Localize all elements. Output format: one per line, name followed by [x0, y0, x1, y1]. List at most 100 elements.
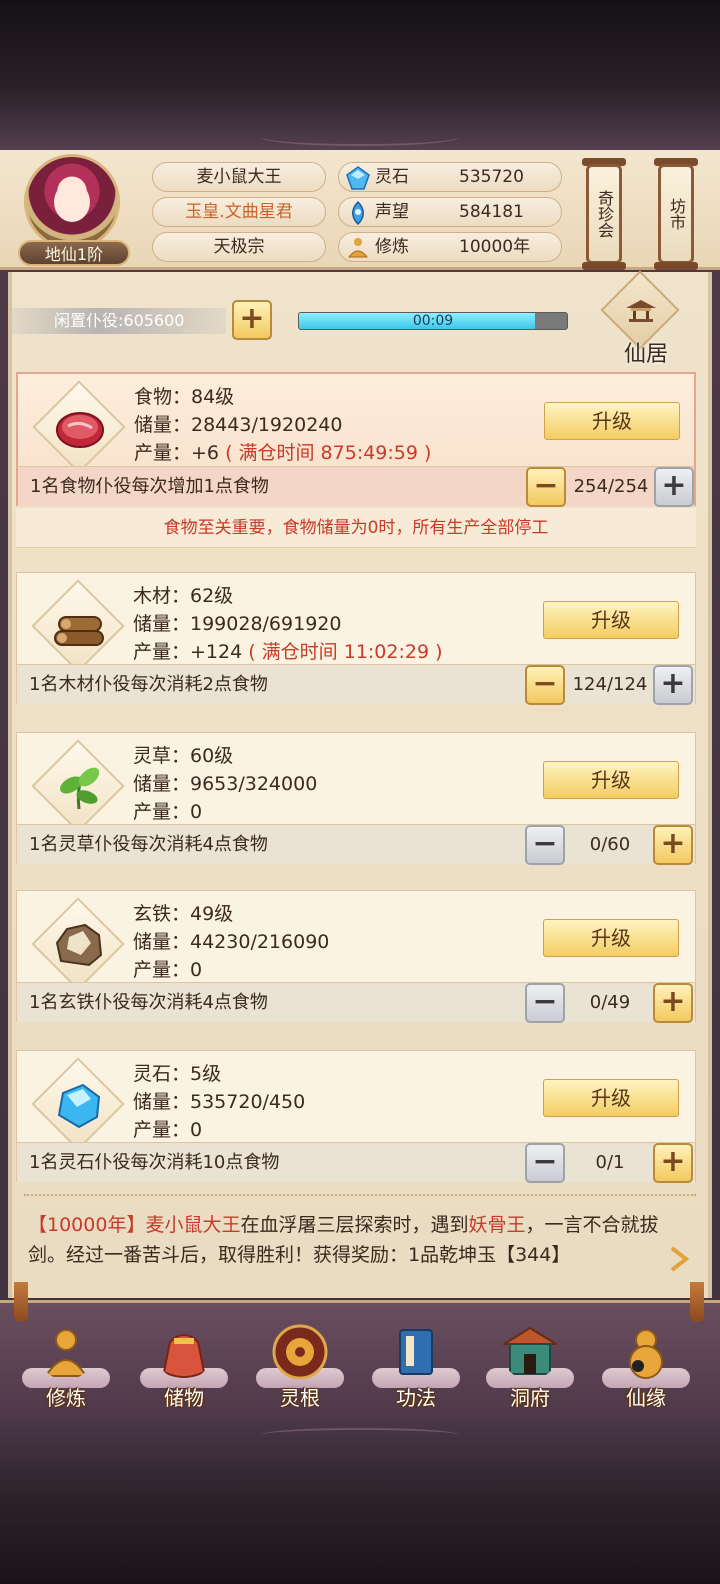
wood-level: 木材：62级 [133, 585, 234, 607]
log-expand-arrow-icon[interactable] [664, 1244, 694, 1274]
herb-worker-decrease-button[interactable]: − [525, 825, 565, 865]
avatar-face [54, 182, 90, 222]
wood-worker-decrease-button[interactable]: − [525, 665, 565, 705]
scroll-cap-bottom [654, 262, 698, 270]
spirit-stone-worker-count: 0/1 [595, 1152, 625, 1173]
herb-icon [31, 739, 125, 833]
progress-timer: 00:09 [412, 313, 454, 329]
cave-icon [502, 1326, 558, 1375]
herb-worker-row: 1名灵草仆役每次消耗4点食物 − 0/60 + [17, 824, 695, 865]
herb-output: 产量：0 [133, 801, 203, 823]
iron-ore-icon [31, 897, 125, 991]
player-sect: 天极宗 [152, 232, 326, 262]
resource-card-iron: 玄铁：49级 储量：44230/216090 产量：0 升级 1名玄铁仆役每次消… [16, 890, 696, 1023]
top-ornament [260, 128, 460, 146]
nav-spirit-root-label: 灵根 [280, 1386, 320, 1410]
nav-skills-label: 功法 [396, 1386, 436, 1410]
iron-upgrade-button[interactable]: 升级 [543, 919, 679, 957]
nav-fate-label: 仙缘 [626, 1386, 666, 1410]
rank-badge: 地仙1阶 [18, 240, 130, 266]
avatar-frame[interactable]: 地仙1阶 [16, 154, 132, 266]
food-worker-count: 254/254 [573, 476, 649, 497]
spirit-stone-level: 灵石：5级 [133, 1063, 222, 1085]
nav-cave-label: 洞府 [510, 1386, 550, 1410]
reputation-value: 584181 [459, 202, 524, 222]
cultivation-label: 修炼 [375, 237, 409, 257]
player-name: 麦小鼠大王 [152, 162, 326, 192]
spirit-root-icon [272, 1324, 328, 1380]
log-player-name: 麦小鼠大王 [145, 1214, 241, 1236]
wood-worker-desc: 1名木材仆役每次消耗2点食物 [29, 674, 268, 695]
residence-label: 仙居 [623, 342, 668, 367]
reputation-icon [352, 200, 364, 226]
reputation-stat: 声望 584181 [338, 197, 562, 227]
spirit-stone-worker-decrease-button[interactable]: − [525, 1143, 565, 1183]
spirit-stone-worker-increase-button[interactable]: + [653, 1143, 693, 1183]
food-full-time: ( 满仓时间 875:49:59 ) [225, 442, 432, 464]
resource-card-herb: 灵草：60级 储量：9653/324000 产量：0 升级 1名灵草仆役每次消耗… [16, 732, 696, 865]
food-warning: 食物至关重要，食物储量为0时，所有生产全部停工 [16, 508, 696, 548]
wood-worker-increase-button[interactable]: + [653, 665, 693, 705]
nav-spirit-root[interactable]: 灵根 [250, 1320, 350, 1418]
player-header: 地仙1阶 麦小鼠大王 玉皇.文曲星君 天极宗 灵石 535720 声望 5841… [0, 150, 720, 270]
wood-full-time: ( 满仓时间 11:02:29 ) [248, 641, 443, 663]
herb-level: 灵草：60级 [133, 745, 234, 767]
market-button[interactable]: 坊市 [658, 164, 694, 264]
wood-upgrade-button[interactable]: 升级 [543, 601, 679, 639]
food-worker-decrease-button[interactable]: − [526, 467, 566, 507]
iron-worker-increase-button[interactable]: + [653, 983, 693, 1023]
nav-cultivate-label: 修炼 [46, 1386, 86, 1410]
spirit-stone-upgrade-button[interactable]: 升级 [543, 1079, 679, 1117]
resource-card-food: 食物：84级 储量：28443/1920240 产量：+6 ( 满仓时间 875… [16, 372, 696, 507]
herb-worker-desc: 1名灵草仆役每次消耗4点食物 [29, 834, 268, 855]
tassel-left [14, 1282, 28, 1322]
pavilion-icon [626, 300, 656, 322]
wood-worker-row: 1名木材仆役每次消耗2点食物 − 124/124 + [17, 664, 695, 705]
event-log[interactable]: 【10000年】麦小鼠大王在血浮屠三层探索时，遇到妖骨王，一言不合就拔剑。经过一… [28, 1210, 678, 1270]
iron-worker-decrease-button[interactable]: − [525, 983, 565, 1023]
iron-worker-desc: 1名玄铁仆役每次消耗4点食物 [29, 992, 268, 1013]
food-output-value: 产量：+6 [134, 442, 220, 464]
production-progress: 00:09 [298, 312, 568, 330]
player-title: 玉皇.文曲星君 [152, 197, 326, 227]
herb-worker-increase-button[interactable]: + [653, 825, 693, 865]
book-icon [399, 1329, 433, 1375]
bottom-background [0, 1418, 720, 1584]
food-storage: 储量：28443/1920240 [134, 414, 343, 436]
iron-worker-count: 0/49 [589, 992, 631, 1013]
log-time: 【10000年】 [28, 1214, 146, 1236]
food-worker-row: 1名食物仆役每次增加1点食物 − 254/254 + [18, 466, 694, 507]
nav-skills[interactable]: 功法 [366, 1320, 466, 1418]
iron-storage: 储量：44230/216090 [133, 931, 330, 953]
food-level: 食物：84级 [134, 386, 235, 408]
food-icon [32, 380, 126, 474]
meditation-icon [347, 238, 369, 258]
cultivation-value: 10000年 [459, 237, 531, 257]
scroll-cap-bottom [582, 262, 626, 270]
herb-worker-count: 0/60 [589, 834, 631, 855]
nav-storage-label: 储物 [164, 1386, 204, 1410]
resource-card-spirit-stone: 灵石：5级 储量：535720/450 产量：0 升级 1名灵石仆役每次消耗10… [16, 1050, 696, 1183]
log-divider [24, 1194, 696, 1196]
log-enemy-name: 妖骨王 [468, 1214, 526, 1236]
nav-cultivate[interactable]: 修炼 [16, 1320, 116, 1418]
meditation-icon [44, 1329, 88, 1377]
add-servant-button[interactable]: + [232, 300, 272, 340]
food-worker-increase-button[interactable]: + [654, 467, 694, 507]
iron-worker-row: 1名玄铁仆役每次消耗4点食物 − 0/49 + [17, 982, 695, 1023]
nav-storage[interactable]: 储物 [134, 1320, 234, 1418]
iron-output: 产量：0 [133, 959, 203, 981]
residence-button[interactable]: 仙居 [596, 270, 696, 367]
treasure-shop-button[interactable]: 奇珍会 [586, 164, 622, 264]
nav-fate[interactable]: 仙缘 [596, 1320, 696, 1418]
bottom-ornament [260, 1428, 460, 1442]
wood-storage: 储量：199028/691920 [133, 613, 342, 635]
herb-upgrade-button[interactable]: 升级 [543, 761, 679, 799]
reputation-label: 声望 [375, 202, 409, 222]
spirit-stone-icon [31, 1057, 125, 1151]
nav-cave[interactable]: 洞府 [480, 1320, 580, 1418]
resource-card-wood: 木材：62级 储量：199028/691920 产量：+124 ( 满仓时间 1… [16, 572, 696, 705]
log-text-1: 在血浮屠三层探索时，遇到 [240, 1214, 469, 1236]
spirit-stone-output: 产量：0 [133, 1119, 203, 1141]
food-upgrade-button[interactable]: 升级 [544, 402, 680, 440]
